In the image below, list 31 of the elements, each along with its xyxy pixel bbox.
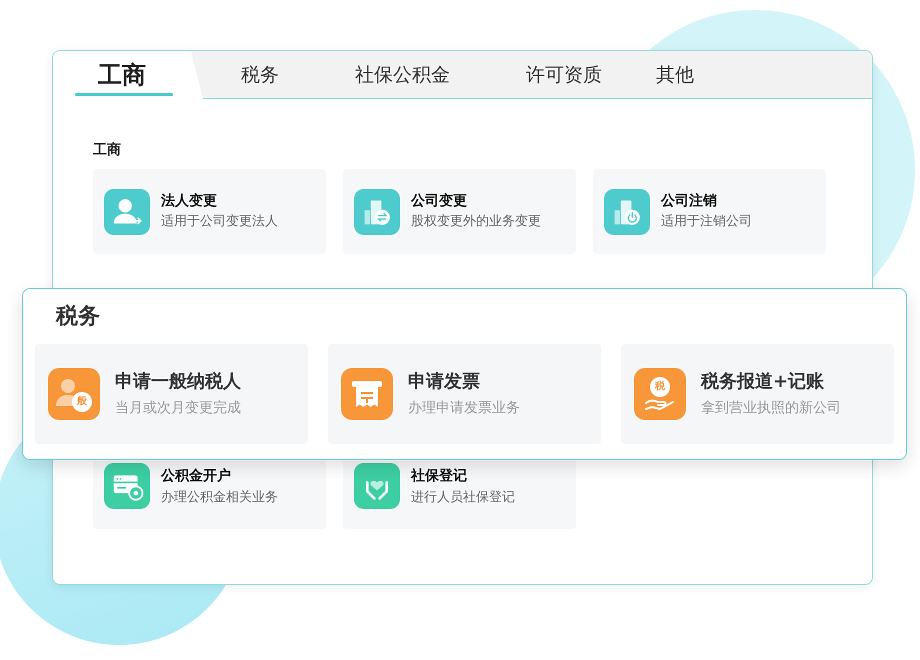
tab[interactable]: 社保公积金 <box>317 51 488 99</box>
section-heading: 工商 <box>93 140 122 160</box>
card-subtitle: 进行人员社保登记 <box>411 490 515 506</box>
card-subtitle: 股权变更外的业务变更 <box>411 214 541 230</box>
tab[interactable]: 税务 <box>203 51 317 99</box>
service-card[interactable]: 公积金开户 办理公积金相关业务 <box>93 461 326 529</box>
card-title: 税务报道+记账 <box>701 371 824 394</box>
tab[interactable]: 其他 <box>640 51 732 99</box>
service-card[interactable]: 法人变更 适用于公司变更法人 <box>93 169 326 254</box>
card-subtitle: 办理公积金相关业务 <box>161 490 278 506</box>
service-card[interactable]: 公司变更 股权变更外的业务变更 <box>343 169 576 254</box>
service-card[interactable]: 税 税务报道+记账 拿到营业执照的新公司 <box>621 344 894 444</box>
card-subtitle: 当月或次月变更完成 <box>115 400 241 417</box>
card-subtitle: 拿到营业执照的新公司 <box>701 400 841 417</box>
tab[interactable]: 工商 <box>53 51 203 99</box>
tab[interactable]: 许可资质 <box>488 51 640 99</box>
card-title: 社保登记 <box>411 468 467 486</box>
card-title: 公司变更 <box>411 192 467 210</box>
section-heading: 税务 <box>54 303 101 331</box>
card-subtitle: 办理申请发票业务 <box>408 400 520 417</box>
card-subtitle: 适用于公司变更法人 <box>161 214 278 230</box>
service-card[interactable]: 般 申请一般纳税人 当月或次月变更完成 <box>35 344 308 444</box>
card-title: 公司注销 <box>661 192 717 210</box>
card-title: 申请一般纳税人 <box>115 371 241 394</box>
service-card[interactable]: 社保登记 进行人员社保登记 <box>343 461 576 529</box>
card-title: 申请发票 <box>408 371 480 394</box>
service-card[interactable]: 申请发票 办理申请发票业务 <box>328 344 601 444</box>
card-title: 法人变更 <box>161 192 217 210</box>
card-title: 公积金开户 <box>161 468 231 486</box>
service-card[interactable]: 公司注销 适用于注销公司 <box>593 169 826 254</box>
card-subtitle: 适用于注销公司 <box>661 214 752 230</box>
